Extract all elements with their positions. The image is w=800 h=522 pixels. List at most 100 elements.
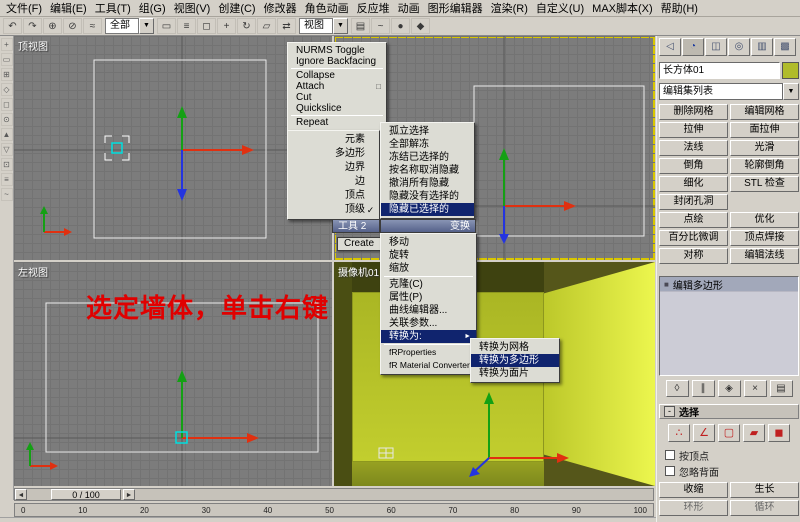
- select-by-name-icon[interactable]: ≡: [177, 18, 196, 34]
- modifier-button-editmesh[interactable]: 编辑网格: [730, 104, 799, 120]
- slider-right-icon[interactable]: ►: [123, 489, 135, 500]
- mirror-icon[interactable]: ▤: [351, 18, 370, 34]
- menu-item-freeze-selection[interactable]: 冻结已选择的: [381, 151, 474, 164]
- tab-hierarchy-icon[interactable]: ◫: [705, 38, 727, 56]
- menu-item-scale[interactable]: 缩放: [381, 262, 476, 275]
- object-name-field[interactable]: 长方体01: [659, 62, 780, 79]
- menu-views[interactable]: 视图(V): [170, 0, 215, 17]
- border-subobject-icon[interactable]: ▢: [718, 424, 740, 442]
- viewport-left-label[interactable]: 左视图: [18, 264, 48, 279]
- menu-item-clone[interactable]: 克隆(C): [381, 278, 476, 291]
- menu-customize[interactable]: 自定义(U): [532, 0, 588, 17]
- move-icon[interactable]: +: [217, 18, 236, 34]
- time-slider-track[interactable]: ◄ 0 / 100 ►: [14, 488, 654, 501]
- modifier-list-dropdown[interactable]: 编辑集列表 ▼: [659, 83, 799, 100]
- menu-item-nurms-toggle[interactable]: NURMS Toggle: [288, 45, 386, 56]
- leftbar-icon-4[interactable]: ◻: [0, 98, 13, 111]
- leftbar-icon-3[interactable]: ◇: [0, 83, 13, 96]
- modifier-button-bevel[interactable]: 倒角: [659, 158, 728, 174]
- tab-modify-icon[interactable]: ◔: [682, 38, 704, 56]
- bind-to-spacewarp-icon[interactable]: ≈: [83, 18, 102, 34]
- show-end-result-icon[interactable]: ∥: [691, 380, 715, 397]
- leftbar-icon-5[interactable]: ⊙: [0, 113, 13, 126]
- viewport-camera-label[interactable]: 摄像机01: [338, 264, 379, 279]
- shrink-button[interactable]: 收缩: [659, 482, 728, 498]
- edge-subobject-icon[interactable]: ∠: [693, 424, 715, 442]
- menu-edit[interactable]: 编辑(E): [46, 0, 91, 17]
- material-editor-icon[interactable]: ●: [391, 18, 410, 34]
- chevron-down-icon[interactable]: ▼: [139, 18, 154, 34]
- menu-item-frproperties[interactable]: fRProperties: [381, 346, 476, 359]
- modifier-button-symmetry[interactable]: 对称: [659, 248, 728, 264]
- menu-item-ignore-backfacing[interactable]: Ignore Backfacing: [288, 56, 386, 67]
- loop-button[interactable]: 循环: [730, 500, 799, 516]
- menu-item-quickslice[interactable]: Quickslice: [288, 103, 386, 114]
- menu-help[interactable]: 帮助(H): [657, 0, 702, 17]
- tab-display-icon[interactable]: ▥: [751, 38, 773, 56]
- rect-region-icon[interactable]: ◻: [197, 18, 216, 34]
- stack-item-editpoly[interactable]: ■ 编辑多边形: [660, 277, 798, 292]
- menu-item-properties[interactable]: 属性(P): [381, 291, 476, 304]
- settings-box-icon[interactable]: □: [376, 81, 381, 92]
- leftbar-icon-0[interactable]: +: [0, 38, 13, 51]
- leftbar-icon-10[interactable]: ~: [0, 188, 13, 201]
- modifier-button-capholes[interactable]: 封闭孔洞: [659, 194, 728, 210]
- leftbar-icon-7[interactable]: ▽: [0, 143, 13, 156]
- ignore-backfacing-checkbox[interactable]: [665, 466, 675, 476]
- menu-item-fr-material-converter[interactable]: fR Material Converter: [381, 359, 476, 372]
- slider-left-icon[interactable]: ◄: [15, 489, 27, 500]
- time-slider-button[interactable]: 0 / 100: [51, 489, 121, 500]
- menu-item-hide-unselected[interactable]: 隐藏没有选择的: [381, 190, 474, 203]
- select-object-icon[interactable]: ▭: [157, 18, 176, 34]
- modifier-button-smooth[interactable]: 光滑: [730, 140, 799, 156]
- remove-modifier-icon[interactable]: ×: [743, 380, 767, 397]
- collapse-rollout-icon[interactable]: -: [664, 406, 675, 417]
- pin-stack-icon[interactable]: ◊: [665, 380, 689, 397]
- modifier-button-tessellate[interactable]: 细化: [659, 176, 728, 192]
- modifier-button-editnormals[interactable]: 编辑法线: [730, 248, 799, 264]
- rotate-icon[interactable]: ↻: [237, 18, 256, 34]
- menu-item-convert-to[interactable]: 转换为: ►: [381, 330, 476, 343]
- menu-item-convert-to-mesh[interactable]: 转换为网格: [471, 341, 559, 354]
- menu-rendering[interactable]: 渲染(R): [487, 0, 532, 17]
- select-and-link-icon[interactable]: ⊕: [43, 18, 62, 34]
- modifier-button-vertexpaint[interactable]: 点绘: [659, 212, 728, 228]
- coord-system-dropdown[interactable]: 视图 ▼: [299, 18, 348, 34]
- menu-modifiers[interactable]: 修改器: [260, 0, 301, 17]
- modifier-button-stlcheck[interactable]: STL 检查: [730, 176, 799, 192]
- leftbar-icon-8[interactable]: ⊡: [0, 158, 13, 171]
- undo-icon[interactable]: ↶: [3, 18, 22, 34]
- chevron-down-icon[interactable]: ▼: [783, 83, 799, 100]
- leftbar-icon-2[interactable]: ⊞: [0, 68, 13, 81]
- modifier-button-multires[interactable]: 百分比微调: [659, 230, 728, 246]
- polygon-subobject-icon[interactable]: ▰: [743, 424, 765, 442]
- leftbar-icon-1[interactable]: ▭: [0, 53, 13, 66]
- menu-item-wire-parameters[interactable]: 关联参数...: [381, 317, 476, 330]
- modifier-button-faceextrude[interactable]: 面拉伸: [730, 122, 799, 138]
- menu-item-collapse[interactable]: Collapse: [288, 70, 386, 81]
- menu-item-vertex[interactable]: 顶点: [288, 189, 379, 203]
- by-vertex-checkbox[interactable]: [665, 450, 675, 460]
- menu-item-hide-selection[interactable]: 隐藏已选择的: [381, 203, 474, 216]
- selection-rollout-header[interactable]: - 选择: [659, 404, 799, 419]
- scale-icon[interactable]: ▱: [257, 18, 276, 34]
- modifier-button-extrude[interactable]: 拉伸: [659, 122, 728, 138]
- curve-editor-icon[interactable]: ~: [371, 18, 390, 34]
- vertex-subobject-icon[interactable]: ∴: [668, 424, 690, 442]
- menu-maxscript[interactable]: MAX脚本(X): [588, 0, 657, 17]
- menu-item-convert-to-poly[interactable]: 转换为多边形: [471, 354, 559, 367]
- menu-item-repeat[interactable]: Repeat: [288, 117, 386, 128]
- menu-item-unfreeze-all[interactable]: 全部解冻: [381, 138, 474, 151]
- leftbar-icon-9[interactable]: ≡: [0, 173, 13, 186]
- make-unique-icon[interactable]: ◈: [717, 380, 741, 397]
- modifier-button-bevelprofile[interactable]: 轮廓倒角: [730, 158, 799, 174]
- unlink-icon[interactable]: ⊘: [63, 18, 82, 34]
- menu-item-create[interactable]: Create: [337, 237, 382, 251]
- modifier-stack[interactable]: ■ 编辑多边形: [659, 276, 799, 376]
- modifier-button-optimize[interactable]: 优化: [730, 212, 799, 228]
- viewport-top[interactable]: 顶视图: [14, 36, 332, 260]
- menu-character[interactable]: 角色动画: [301, 0, 353, 17]
- menu-item-isolate-selection[interactable]: 孤立选择: [381, 125, 474, 138]
- modifier-button-deletemesh[interactable]: 删除网格: [659, 104, 728, 120]
- menu-item-rotate[interactable]: 旋转: [381, 249, 476, 262]
